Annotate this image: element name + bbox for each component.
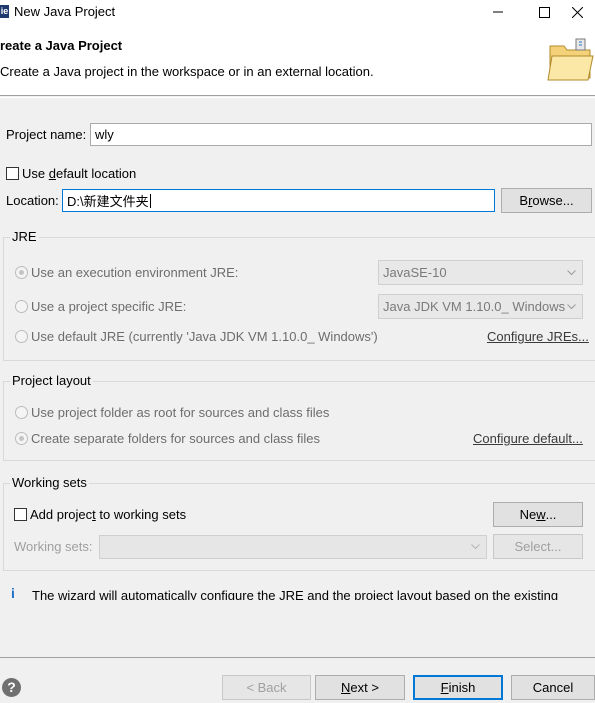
- working-sets-group-title: Working sets: [10, 475, 89, 490]
- next-button[interactable]: Next >: [315, 675, 405, 700]
- text-caret: [149, 193, 151, 208]
- minimize-icon: [493, 11, 503, 13]
- header-separator: [0, 97, 595, 98]
- close-icon: [572, 6, 583, 18]
- info-message: The wizard will automatically configure …: [32, 588, 559, 600]
- jre-environment-radio[interactable]: [15, 266, 28, 279]
- layout-separate-radio[interactable]: [15, 432, 28, 445]
- maximize-icon: [538, 6, 550, 18]
- project-name-label: Project name:: [6, 127, 87, 142]
- project-name-input[interactable]: wly: [90, 123, 592, 146]
- wizard-title: reate a Java Project: [0, 38, 123, 53]
- layout-root-radio[interactable]: [15, 406, 28, 419]
- specific-jre-select[interactable]: Java JDK VM 1.10.0_ Windows: [378, 294, 583, 319]
- footer-separator: [0, 657, 595, 658]
- configure-jres-link[interactable]: Configure JREs...: [487, 329, 589, 344]
- add-to-working-sets-label[interactable]: Add project to working sets: [30, 507, 186, 522]
- info-icon: i: [11, 585, 15, 601]
- jre-default-radio[interactable]: [15, 330, 28, 343]
- jre-environment-label: Use an execution environment JRE:: [31, 265, 239, 280]
- use-default-location-checkbox[interactable]: [6, 167, 19, 180]
- title-bar: ie New Java Project: [0, 0, 595, 24]
- execution-environment-select[interactable]: JavaSE-10: [378, 260, 583, 285]
- configure-default-link[interactable]: Configure default...: [473, 431, 583, 446]
- wizard-description: Create a Java project in the workspace o…: [0, 64, 374, 79]
- window-title: New Java Project: [14, 4, 116, 19]
- layout-separate-label: Create separate folders for sources and …: [31, 431, 321, 446]
- jre-group-title: JRE: [10, 229, 39, 244]
- help-icon[interactable]: ?: [2, 678, 21, 697]
- select-working-sets-button[interactable]: Select...: [493, 534, 583, 559]
- project-layout-group: [3, 381, 595, 461]
- chevron-down-icon: [567, 303, 576, 309]
- back-button[interactable]: < Back: [222, 675, 311, 700]
- chevron-down-icon: [567, 269, 576, 275]
- new-java-project-folder-icon: [547, 38, 594, 81]
- layout-root-label: Use project folder as root for sources a…: [31, 405, 330, 420]
- project-name-value: wly: [95, 127, 114, 142]
- working-sets-label: Working sets:: [14, 539, 93, 554]
- new-working-set-button[interactable]: Ne w...: [493, 502, 583, 527]
- working-sets-select[interactable]: [99, 535, 487, 559]
- location-input[interactable]: D:\新建文件夹: [62, 189, 495, 212]
- maximize-button[interactable]: [524, 0, 564, 24]
- browse-button[interactable]: Br owse...: [501, 188, 592, 213]
- location-label: Location:: [6, 193, 59, 208]
- project-layout-group-title: Project layout: [10, 373, 93, 388]
- cancel-button[interactable]: Cancel: [511, 675, 595, 700]
- close-window-button[interactable]: [560, 0, 595, 24]
- minimize-button[interactable]: [478, 0, 518, 24]
- location-value: D:\新建文件夹: [67, 194, 149, 209]
- jre-default-label: Use default JRE (currently 'Java JDK VM …: [31, 329, 378, 344]
- use-default-location-label[interactable]: Use default location: [22, 166, 136, 181]
- eclipse-app-icon: ie: [0, 5, 9, 18]
- chevron-down-icon: [471, 544, 480, 550]
- finish-button[interactable]: Finish: [413, 675, 503, 700]
- wizard-header: reate a Java Project Create a Java proje…: [0, 24, 595, 96]
- jre-specific-label: Use a project specific JRE:: [31, 299, 187, 314]
- jre-specific-radio[interactable]: [15, 300, 28, 313]
- add-to-working-sets-checkbox[interactable]: [14, 508, 27, 521]
